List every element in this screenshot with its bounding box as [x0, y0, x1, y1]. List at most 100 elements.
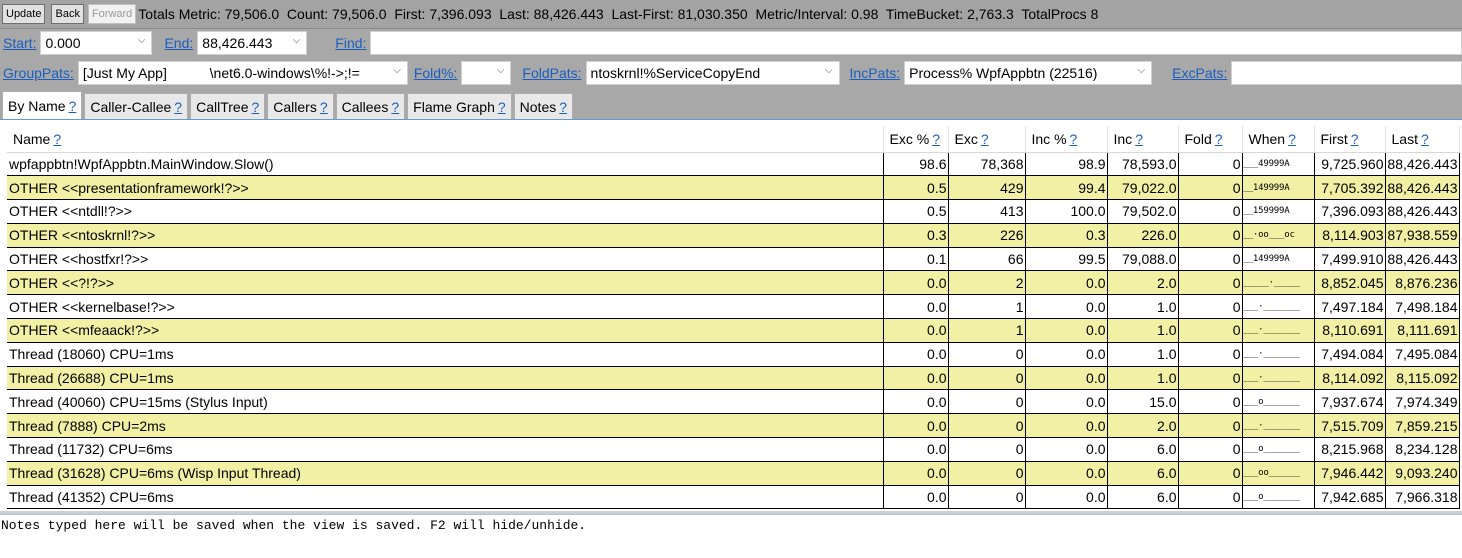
- cell-name[interactable]: Thread (31628) CPU=6ms (Wisp Input Threa…: [7, 461, 884, 486]
- cell-inc-pct[interactable]: 0.0: [1024, 366, 1108, 391]
- cell-when[interactable]: ___·_______: [1241, 342, 1315, 367]
- cell-name[interactable]: OTHER <<?!?>>: [7, 270, 884, 296]
- cell-first[interactable]: 7,497.184: [1313, 294, 1386, 320]
- cell-when[interactable]: ___·_______: [1241, 366, 1315, 391]
- cell-first[interactable]: 8,110.691: [1313, 318, 1386, 343]
- cell-fold[interactable]: 0: [1177, 247, 1243, 272]
- cell-inc[interactable]: 79,022.0: [1106, 175, 1179, 201]
- cell-exc-pct[interactable]: 0.0: [882, 366, 949, 391]
- cell-first[interactable]: 8,114.903: [1313, 223, 1386, 248]
- table-row[interactable]: wpfappbtn!WpfAppbtn.MainWindow.Slow() 98.…: [7, 152, 1460, 177]
- cell-last[interactable]: 7,495.084: [1384, 342, 1460, 367]
- table-row[interactable]: Thread (11732) CPU=6ms 0.0 0 0.0 6.0 0 ___o___…: [7, 437, 1460, 462]
- help-link[interactable]: ?: [69, 98, 77, 114]
- table-row[interactable]: OTHER <<kernelbase!?>> 0.0 1 0.0 1.0 0 ___·___…: [7, 294, 1460, 320]
- tab-by-name[interactable]: By Name?: [2, 91, 83, 119]
- forward-button[interactable]: Forward: [87, 4, 137, 24]
- cell-first[interactable]: 7,494.084: [1313, 342, 1386, 367]
- table-row[interactable]: OTHER <<ntdll!?>> 0.5 413 100.0 79,502.0 0 __1…: [7, 199, 1460, 224]
- cell-fold[interactable]: 0: [1177, 461, 1243, 486]
- column-header-exc[interactable]: Exc?: [948, 126, 1026, 153]
- cell-name[interactable]: OTHER <<kernelbase!?>>: [7, 294, 884, 320]
- column-header-inc[interactable]: Inc?: [1107, 126, 1179, 153]
- cell-last[interactable]: 88,426.443: [1384, 152, 1460, 177]
- cell-inc[interactable]: 1.0: [1106, 366, 1179, 391]
- help-link[interactable]: ?: [498, 99, 506, 115]
- cell-fold[interactable]: 0: [1177, 294, 1243, 320]
- tab-flame-graph[interactable]: Flame Graph?: [407, 93, 512, 119]
- cell-last[interactable]: 87,938.559: [1384, 223, 1460, 248]
- cell-exc-pct[interactable]: 0.0: [882, 437, 949, 462]
- cell-first[interactable]: 7,705.392: [1313, 175, 1386, 201]
- column-header-last[interactable]: Last?: [1385, 126, 1460, 153]
- cell-first[interactable]: 7,937.674: [1313, 389, 1386, 415]
- cell-inc-pct[interactable]: 0.0: [1024, 342, 1108, 367]
- column-header-exc-pct[interactable]: Exc %?: [883, 126, 949, 153]
- cell-last[interactable]: 7,859.215: [1384, 413, 1460, 439]
- cell-when[interactable]: __159999A: [1241, 199, 1315, 224]
- find-link[interactable]: Find:: [335, 35, 366, 51]
- cell-inc-pct[interactable]: 100.0: [1024, 199, 1108, 224]
- find-input[interactable]: [370, 30, 1462, 55]
- cell-when[interactable]: _____·_____: [1241, 270, 1315, 296]
- cell-inc-pct[interactable]: 0.0: [1024, 485, 1108, 510]
- cell-exc-pct[interactable]: 98.6: [882, 152, 949, 177]
- cell-exc[interactable]: 0: [947, 389, 1026, 415]
- start-combo[interactable]: 0.000 ⌵: [40, 30, 153, 55]
- cell-last[interactable]: 7,974.349: [1384, 389, 1460, 415]
- cell-exc-pct[interactable]: 0.5: [882, 175, 949, 201]
- cell-first[interactable]: 7,515.709: [1313, 413, 1386, 439]
- chevron-down-icon[interactable]: ⌵: [393, 65, 401, 76]
- cell-name[interactable]: Thread (41352) CPU=6ms: [7, 485, 884, 510]
- column-header-first[interactable]: First?: [1314, 126, 1386, 153]
- cell-when[interactable]: __149999A: [1241, 175, 1315, 201]
- cell-first[interactable]: 8,114.092: [1313, 366, 1386, 391]
- cell-fold[interactable]: 0: [1177, 152, 1243, 177]
- cell-name[interactable]: Thread (26688) CPU=1ms: [7, 366, 884, 391]
- notes-pane[interactable]: Notes typed here will be saved when the …: [0, 514, 1462, 558]
- cell-exc-pct[interactable]: 0.3: [882, 223, 949, 248]
- cell-name[interactable]: OTHER <<hostfxr!?>>: [7, 247, 884, 272]
- cell-inc-pct[interactable]: 0.0: [1024, 270, 1108, 296]
- cell-exc-pct[interactable]: 0.0: [882, 485, 949, 510]
- help-link[interactable]: ?: [559, 99, 567, 115]
- cell-inc[interactable]: 78,593.0: [1106, 152, 1179, 177]
- cell-inc-pct[interactable]: 99.4: [1024, 175, 1108, 201]
- tab-callees[interactable]: Callees?: [335, 93, 406, 119]
- help-link[interactable]: ?: [391, 99, 399, 115]
- cell-exc[interactable]: 413: [947, 199, 1026, 224]
- cell-when[interactable]: __149999A: [1241, 247, 1315, 272]
- cell-exc[interactable]: 0: [947, 461, 1026, 486]
- cell-exc-pct[interactable]: 0.1: [882, 247, 949, 272]
- cell-fold[interactable]: 0: [1177, 366, 1243, 391]
- cell-fold[interactable]: 0: [1177, 199, 1243, 224]
- cell-exc[interactable]: 0: [947, 342, 1026, 367]
- foldpats-combo[interactable]: ntoskrnl!%ServiceCopyEnd ⌵: [585, 61, 840, 85]
- cell-inc-pct[interactable]: 0.3: [1024, 223, 1108, 248]
- cell-fold[interactable]: 0: [1177, 175, 1243, 201]
- foldpats-link[interactable]: FoldPats:: [522, 65, 581, 81]
- cell-when[interactable]: ___o_______: [1241, 389, 1315, 415]
- cell-fold[interactable]: 0: [1177, 223, 1243, 248]
- table-row[interactable]: OTHER <<mfeaack!?>> 0.0 1 0.0 1.0 0 ___·______…: [7, 318, 1460, 343]
- table-row[interactable]: Thread (41352) CPU=6ms 0.0 0 0.0 6.0 0 ___o___…: [7, 485, 1460, 510]
- table-row[interactable]: Thread (26688) CPU=1ms 0.0 0 0.0 1.0 0 ___·___…: [7, 366, 1460, 391]
- cell-exc[interactable]: 226: [947, 223, 1026, 248]
- chevron-down-icon[interactable]: ⌵: [497, 65, 505, 76]
- cell-last[interactable]: 7,498.184: [1384, 294, 1460, 320]
- cell-exc[interactable]: 0: [947, 413, 1026, 439]
- cell-inc[interactable]: 2.0: [1106, 270, 1179, 296]
- table-row[interactable]: Thread (18060) CPU=1ms 0.0 0 0.0 1.0 0 ___·___…: [7, 342, 1460, 367]
- table-row[interactable]: OTHER <<hostfxr!?>> 0.1 66 99.5 79,088.0 0 __1…: [7, 247, 1460, 272]
- back-button[interactable]: Back: [51, 4, 84, 24]
- cell-fold[interactable]: 0: [1177, 318, 1243, 343]
- incpats-link[interactable]: IncPats:: [850, 65, 901, 81]
- cell-first[interactable]: 7,946.442: [1313, 461, 1386, 486]
- cell-inc-pct[interactable]: 0.0: [1024, 318, 1108, 343]
- cell-when[interactable]: ___·_______: [1241, 318, 1315, 343]
- cell-last[interactable]: 8,115.092: [1384, 366, 1460, 391]
- cell-when[interactable]: __·oo___oc: [1241, 223, 1315, 248]
- cell-inc[interactable]: 6.0: [1106, 437, 1179, 462]
- cell-name[interactable]: Thread (40060) CPU=15ms (Stylus Input): [7, 389, 884, 415]
- cell-when[interactable]: ___o_______: [1241, 485, 1315, 510]
